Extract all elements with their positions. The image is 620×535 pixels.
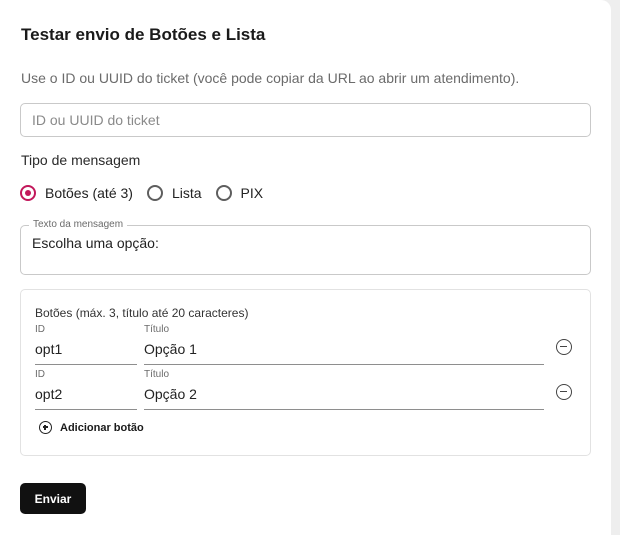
button-title-value[interactable]: Opção 1 <box>144 341 197 357</box>
radio-pix-option[interactable]: PIX <box>215 185 264 201</box>
page-title: Testar envio de Botões e Lista <box>21 25 266 44</box>
message-text-legend: Texto da mensagem <box>29 219 128 230</box>
button-id-field[interactable]: ID opt1 <box>35 324 137 365</box>
ticket-hint: Use o ID ou UUID do ticket (você pode co… <box>21 70 520 86</box>
radio-buttons-option[interactable]: Botões (até 3) <box>20 185 133 201</box>
message-type-label: Tipo de mensagem <box>21 152 141 168</box>
button-id-field[interactable]: ID opt2 <box>35 369 137 410</box>
radio-unchecked-icon[interactable] <box>215 185 232 201</box>
plus-circle-icon <box>39 421 52 434</box>
button-id-label: ID <box>35 369 45 380</box>
send-button[interactable]: Enviar <box>20 483 86 514</box>
radio-unchecked-icon[interactable] <box>146 185 163 201</box>
minus-circle-icon[interactable] <box>556 339 572 355</box>
button-id-label: ID <box>35 324 45 335</box>
buttons-panel-title: Botões (máx. 3, título até 20 caracteres… <box>35 306 249 320</box>
button-row: ID opt2 Título Opção 2 <box>21 369 590 410</box>
radio-list-option[interactable]: Lista <box>146 185 202 201</box>
add-button-label: Adicionar botão <box>60 421 144 434</box>
button-title-field[interactable]: Título Opção 2 <box>144 369 544 410</box>
button-id-value[interactable]: opt1 <box>35 341 62 357</box>
ticket-input[interactable] <box>20 103 591 137</box>
button-title-label: Título <box>144 369 170 380</box>
minus-circle-icon[interactable] <box>556 384 572 400</box>
message-text-field[interactable]: Texto da mensagem Escolha uma opção: <box>20 219 591 275</box>
radio-label: Botões (até 3) <box>45 185 133 201</box>
add-button-button[interactable]: Adicionar botão <box>39 421 144 434</box>
button-title-field[interactable]: Título Opção 1 <box>144 324 544 365</box>
buttons-panel: Botões (máx. 3, título até 20 caracteres… <box>20 289 591 456</box>
button-row: ID opt1 Título Opção 1 <box>21 324 590 365</box>
radio-label: PIX <box>240 185 264 201</box>
button-title-value[interactable]: Opção 2 <box>144 386 197 402</box>
radio-checked-icon[interactable] <box>20 185 36 201</box>
message-text-value[interactable]: Escolha uma opção: <box>32 235 159 251</box>
button-id-value[interactable]: opt2 <box>35 386 62 402</box>
radio-label: Lista <box>171 185 202 201</box>
button-title-label: Título <box>144 324 170 335</box>
test-send-card: Testar envio de Botões e Lista Use o ID … <box>0 0 611 535</box>
message-type-radio-group: Botões (até 3) Lista PIX <box>20 183 277 203</box>
